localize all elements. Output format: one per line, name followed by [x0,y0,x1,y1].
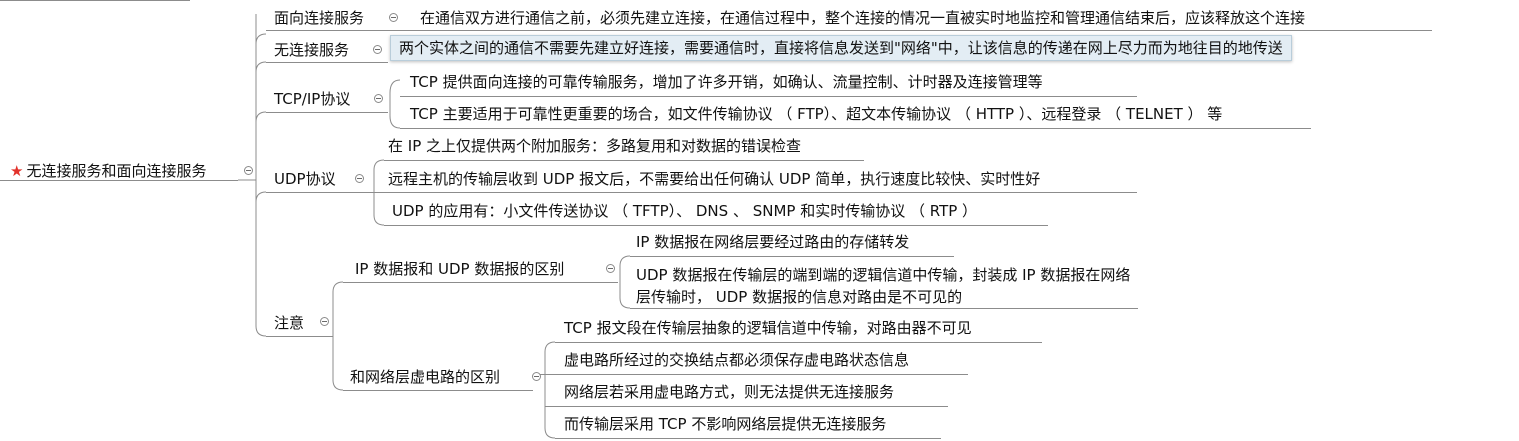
root-collapse-toggle[interactable] [244,166,253,175]
star-icon: ★ [10,162,24,180]
root-topic[interactable]: ★ 无连接服务和面向连接服务 [10,161,206,181]
note-vs-virtual-circuit[interactable]: 和网络层虚电路的区别 [350,367,500,387]
branch-udp[interactable]: UDP协议 [274,169,336,189]
connection-oriented-description[interactable]: 在通信双方进行通信之前，必须先建立连接，在通信过程中，整个连接的情况一直被实时地… [420,8,1305,28]
branch-connection-oriented[interactable]: 面向连接服务 [274,8,364,28]
branch-notes-collapse-toggle[interactable] [320,317,329,326]
ip-vs-udp-topic-2[interactable]: UDP 数据报在传输层的端到端的逻辑信道中传输，封装成 IP 数据报在网络层传输… [636,264,1141,308]
virtual-circuit-topic-2[interactable]: 虚电路所经过的交换结点都必须保存虚电路状态信息 [564,350,909,370]
tcp-topic-1[interactable]: TCP 提供面向连接的可靠传输服务，增加了许多开销，如确认、流量控制、计时器及连… [410,72,1043,92]
branch-udp-collapse-toggle[interactable] [355,174,364,183]
note-vs-virtual-circuit-collapse-toggle[interactable] [532,372,541,381]
ip-vs-udp-topic-1[interactable]: IP 数据报在网络层要经过路由的存储转发 [636,232,909,252]
branch-connectionless[interactable]: 无连接服务 [274,40,349,60]
root-label: 无连接服务和面向连接服务 [26,162,207,180]
udp-topic-2[interactable]: 远程主机的传输层收到 UDP 报文后，不需要给出任何确认 UDP 简单，执行速度… [388,169,1040,189]
branch-tcp-ip[interactable]: TCP/IP协议 [274,89,350,109]
mind-map-canvas: ★ 无连接服务和面向连接服务 面向连接服务 无连接服务 TCP/IP协议 UDP协… [0,0,1519,441]
tcp-topic-2[interactable]: TCP 主要适用于可靠性更重要的场合，如文件传输协议 （ FTP）、超文本传输协… [410,104,1222,124]
virtual-circuit-topic-1[interactable]: TCP 报文段在传输层抽象的逻辑信道中传输，对路由器不可见 [564,318,972,338]
note-ip-vs-udp[interactable]: IP 数据报和 UDP 数据报的区别 [355,259,564,279]
virtual-circuit-topic-4[interactable]: 而传输层采用 TCP 不影响网络层提供无连接服务 [564,414,886,434]
branch-notes[interactable]: 注意 [274,313,304,333]
branch-connectionless-collapse-toggle[interactable] [373,45,382,54]
virtual-circuit-topic-3[interactable]: 网络层若采用虚电路方式，则无法提供无连接服务 [564,382,894,402]
udp-topic-1[interactable]: 在 IP 之上仅提供两个附加服务：多路复用和对数据的错误检查 [388,136,801,156]
branch-tcp-ip-collapse-toggle[interactable] [374,94,383,103]
note-ip-vs-udp-collapse-toggle[interactable] [606,264,615,273]
connectionless-description[interactable]: 两个实体之间的通信不需要先建立好连接，需要通信时，直接将信息发送到"网络"中，让… [390,35,1292,61]
branch-connection-oriented-collapse-toggle[interactable] [389,13,398,22]
udp-topic-3[interactable]: UDP 的应用有：小文件传送协议 （ TFTP）、 DNS 、 SNMP 和实时… [392,201,977,221]
